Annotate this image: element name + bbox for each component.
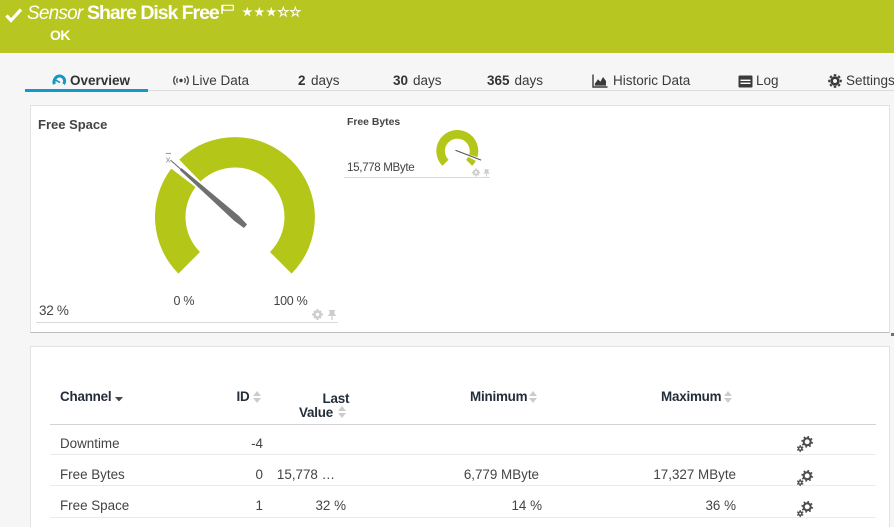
svg-text:x: x [166,154,171,165]
